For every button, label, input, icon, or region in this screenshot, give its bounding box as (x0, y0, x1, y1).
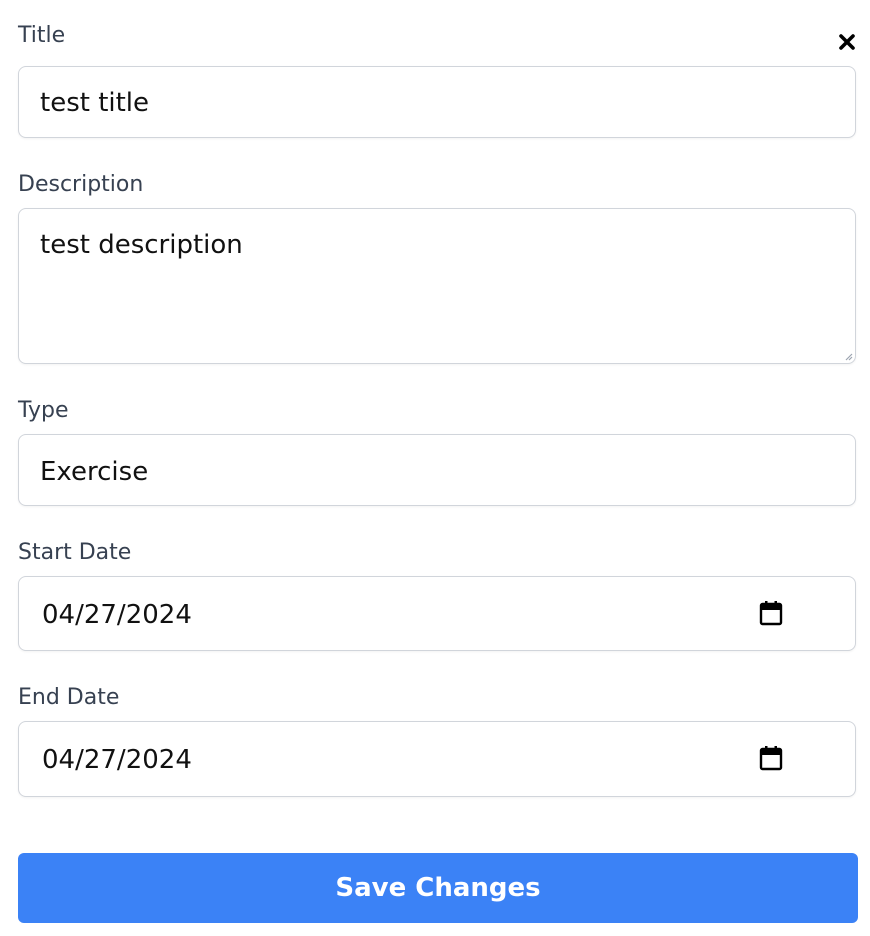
title-input[interactable]: test title (18, 66, 856, 138)
close-button[interactable] (836, 30, 858, 54)
description-textarea[interactable]: test description (18, 208, 856, 364)
end-date-input[interactable]: 04/27/2024 (18, 721, 856, 797)
start-date-input[interactable]: 04/27/2024 (18, 576, 856, 651)
resize-handle-icon[interactable] (843, 351, 853, 361)
description-textarea-value: test description (40, 230, 243, 260)
title-input-value: test title (40, 88, 150, 118)
type-input-value: Exercise (40, 457, 149, 487)
close-icon (839, 34, 855, 50)
type-label: Type (18, 398, 69, 423)
save-changes-button[interactable]: Save Changes (18, 853, 858, 923)
start-date-label: Start Date (18, 540, 132, 565)
calendar-icon[interactable] (759, 745, 783, 771)
calendar-icon[interactable] (759, 600, 783, 626)
start-date-value: 04/27/2024 (42, 600, 192, 630)
description-label: Description (18, 172, 144, 197)
type-input[interactable]: Exercise (18, 434, 856, 506)
end-date-value: 04/27/2024 (42, 745, 192, 775)
end-date-label: End Date (18, 685, 120, 710)
title-label: Title (18, 23, 66, 48)
